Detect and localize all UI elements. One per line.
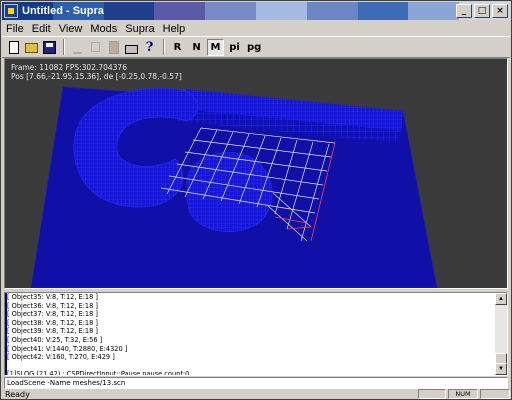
app-icon[interactable]: [4, 4, 18, 18]
hud-frame-stats: Frame: 11082 FPS:302.704376: [11, 63, 127, 72]
small-dome: [186, 152, 273, 232]
status-panel-3: [480, 389, 510, 399]
log-line: [1]SLOG (21.42) : CSPDirectInput::Pause …: [7, 370, 190, 375]
log-line: [ Object35: V:8, T:12, E:18 ]: [7, 293, 98, 301]
status-panel-num: NUM: [448, 389, 478, 399]
command-input[interactable]: LoadScene -Name meshes/13.scn: [4, 377, 508, 389]
render-mode-m-button[interactable]: M: [207, 38, 224, 56]
title-gradient-segment: [255, 2, 307, 20]
app-window: Untitled - Supra _ □ × File Edit View Mo…: [0, 0, 512, 400]
window-controls: _ □ ×: [454, 4, 508, 18]
minimize-button[interactable]: _: [456, 4, 472, 18]
log-scrollbar[interactable]: ▲ ▼: [495, 293, 507, 375]
log-line: [ Object42: V:160, T:270, E:429 ]: [7, 353, 115, 362]
cut-icon: [73, 41, 82, 54]
status-text: Ready: [5, 389, 30, 399]
copy-icon: [91, 42, 100, 52]
window-title: Untitled - Supra: [22, 5, 104, 17]
title-gradient-segment: [154, 2, 206, 20]
help-button[interactable]: ?: [141, 39, 158, 56]
scroll-down-button[interactable]: ▼: [495, 363, 507, 375]
print-button[interactable]: [123, 39, 140, 56]
render-mode-pg-button[interactable]: pg: [245, 39, 263, 56]
new-button[interactable]: [5, 39, 22, 56]
menu-bar: File Edit View Mods Supra Help: [2, 21, 510, 36]
log-line: [ Object37: V:8, T:12, E:18 ]: [7, 310, 98, 319]
open-icon: [25, 43, 38, 53]
status-panel-1: [418, 389, 446, 399]
scene-render: [30, 86, 438, 288]
title-gradient-segment: [205, 2, 256, 20]
render-mode-n-button[interactable]: N: [188, 39, 205, 56]
maximize-button[interactable]: □: [474, 4, 490, 18]
save-button[interactable]: [41, 39, 58, 56]
menu-file[interactable]: File: [2, 23, 28, 35]
render-mode-pi-button[interactable]: pi: [226, 39, 243, 56]
scroll-up-button[interactable]: ▲: [495, 293, 507, 305]
title-gradient-segment: [408, 2, 460, 20]
menu-mods[interactable]: Mods: [86, 23, 121, 35]
title-gradient-segment: [357, 2, 409, 20]
log-line: [ Object39: V:8, T:12, E:18 ]: [7, 327, 98, 336]
toolbar-separator: [63, 39, 65, 55]
title-bar[interactable]: Untitled - Supra _ □ ×: [2, 2, 510, 20]
log-lines: [ Object35: V:8, T:12, E:18 ][ Object36:…: [5, 293, 495, 375]
toolbar-separator: [163, 39, 165, 55]
cut-button[interactable]: [69, 39, 86, 56]
copy-button[interactable]: [87, 39, 104, 56]
console-log[interactable]: [ Object35: V:8, T:12, E:18 ][ Object36:…: [4, 292, 508, 376]
menu-edit[interactable]: Edit: [28, 23, 55, 35]
menu-help[interactable]: Help: [159, 23, 190, 35]
toolbar: ? R N M pi pg: [2, 36, 510, 58]
new-icon: [8, 40, 19, 54]
print-icon: [125, 44, 138, 54]
help-icon: ?: [145, 39, 154, 55]
log-line: [ Object40: V:25, T:32, E:56 ]: [7, 335, 103, 344]
paste-button[interactable]: [105, 39, 122, 56]
render-mode-r-button[interactable]: R: [169, 39, 186, 56]
title-gradient-segment: [306, 2, 358, 20]
log-line: [ Object36: V:8, T:12, E:18 ]: [7, 301, 98, 310]
render-viewport[interactable]: Frame: 11082 FPS:302.704376 Pos [7.66,-2…: [4, 58, 508, 289]
save-icon: [43, 40, 56, 54]
menu-supra[interactable]: Supra: [121, 23, 158, 35]
log-line: [ Object38: V:8, T:12, E:18 ]: [7, 318, 98, 327]
paste-icon: [108, 40, 119, 54]
close-button[interactable]: ×: [492, 4, 508, 18]
status-bar: Ready NUM: [2, 389, 510, 399]
title-gradient-segment: [103, 2, 155, 20]
log-line: [ Object41: V:1440, T:2880, E:4320 ]: [7, 344, 128, 353]
menu-view[interactable]: View: [55, 23, 87, 35]
hud-camera-position: Pos [7.66,-21.95,15.36], de [-0.25,0.78,…: [11, 72, 182, 81]
open-button[interactable]: [23, 39, 40, 56]
